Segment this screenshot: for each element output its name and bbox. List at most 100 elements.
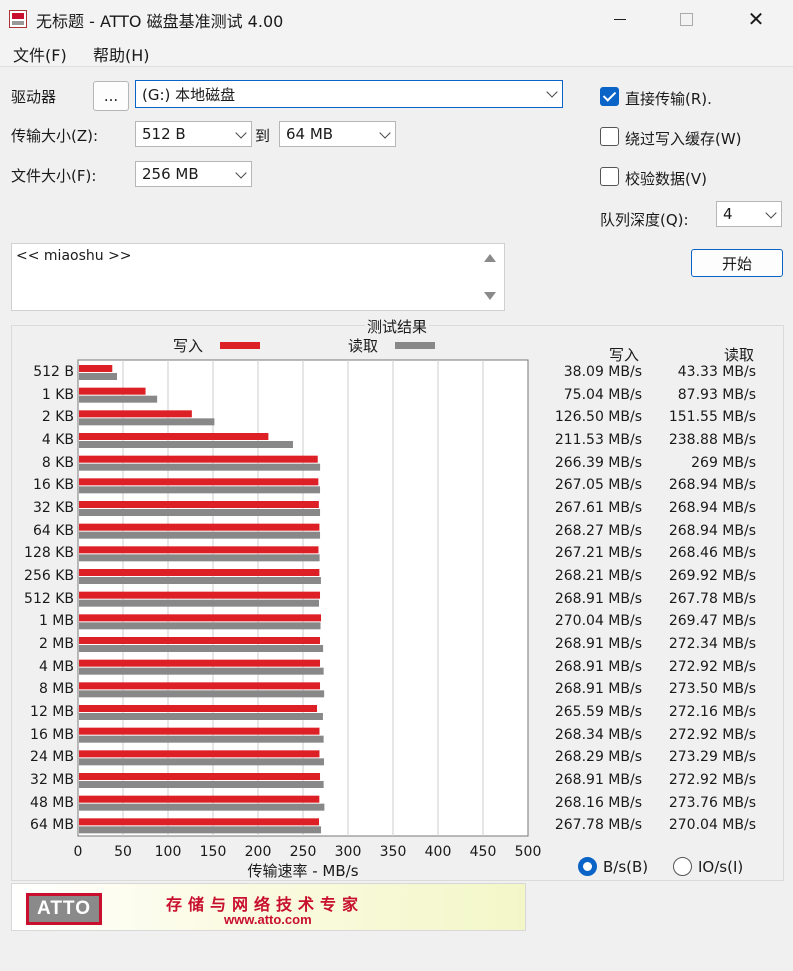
menu-bar: 文件(F) 帮助(H) xyxy=(0,38,793,66)
read-value-label: 272.92 MB/s xyxy=(668,772,756,788)
read-bar xyxy=(79,826,322,834)
category-label: 4 MB xyxy=(38,658,74,675)
write-bar xyxy=(79,546,319,554)
browse-button[interactable]: ... xyxy=(93,81,129,111)
maximize-button[interactable] xyxy=(658,0,714,38)
atto-banner[interactable]: ATTO 存储与网络技术专家 www.atto.com xyxy=(11,883,526,931)
bypass-cache-label: 绕过写入缓存(W) xyxy=(625,130,742,148)
queue-depth-select[interactable]: 4 xyxy=(716,201,782,227)
read-bar xyxy=(79,463,321,471)
read-value-label: 269 MB/s xyxy=(691,454,756,471)
write-bar xyxy=(79,433,269,440)
read-bar xyxy=(79,599,320,607)
verify-checkbox[interactable] xyxy=(600,167,619,186)
x-tick-label: 200 xyxy=(245,844,272,860)
transfer-size-label: 传输大小(Z): xyxy=(11,127,99,145)
queue-depth-label: 队列深度(Q): xyxy=(600,211,689,229)
write-value-label: 268.34 MB/s xyxy=(554,726,642,743)
bypass-cache-checkbox[interactable] xyxy=(600,127,619,146)
category-label: 128 KB xyxy=(24,545,74,562)
queue-depth-value: 4 xyxy=(723,205,733,223)
io-radio[interactable] xyxy=(673,857,692,876)
to-label: 到 xyxy=(255,127,271,145)
write-value-label: 126.50 MB/s xyxy=(554,409,642,426)
write-value-label: 265.59 MB/s xyxy=(554,704,642,720)
x-tick-label: 300 xyxy=(335,844,362,860)
direct-io-checkbox[interactable] xyxy=(600,87,619,106)
read-value-label: 268.94 MB/s xyxy=(668,477,756,494)
read-bar xyxy=(79,713,323,720)
write-bar xyxy=(79,569,320,576)
atto-logo-text: ATTO xyxy=(29,896,99,922)
read-bar xyxy=(79,667,324,675)
write-value-label: 268.21 MB/s xyxy=(554,568,642,584)
category-label: 16 KB xyxy=(32,477,74,494)
verify-label: 校验数据(V) xyxy=(625,170,707,188)
chevron-down-icon xyxy=(235,127,247,139)
chevron-down-icon xyxy=(379,127,391,139)
file-size-label: 文件大小(F): xyxy=(11,167,97,185)
read-bar xyxy=(79,781,324,788)
read-value-label: 273.29 MB/s xyxy=(668,749,756,766)
write-bar xyxy=(79,773,321,780)
category-label: 512 B xyxy=(33,364,74,380)
write-bar xyxy=(79,795,320,803)
write-value-label: 211.53 MB/s xyxy=(554,432,642,448)
write-value-label: 268.91 MB/s xyxy=(554,772,642,788)
write-bar xyxy=(79,365,113,372)
write-value-label: 268.27 MB/s xyxy=(554,522,642,539)
start-button[interactable]: 开始 xyxy=(691,249,783,277)
read-value-label: 273.50 MB/s xyxy=(668,681,756,698)
write-bar xyxy=(79,705,318,712)
chevron-down-icon xyxy=(765,207,777,219)
menu-file[interactable]: 文件(F) xyxy=(13,42,67,66)
scroll-down-icon[interactable] xyxy=(484,292,496,300)
read-bar xyxy=(79,373,117,380)
drive-select[interactable]: (G:) 本地磁盘 xyxy=(135,80,563,108)
io-radio-label: IO/s(I) xyxy=(698,858,744,876)
category-label: 8 KB xyxy=(41,454,74,471)
write-value-label: 268.16 MB/s xyxy=(554,794,642,811)
description-textarea[interactable]: << miaoshu >> xyxy=(11,243,505,311)
write-bar xyxy=(79,614,322,622)
direct-io-label: 直接传输(R). xyxy=(625,90,712,108)
menu-help[interactable]: 帮助(H) xyxy=(93,42,150,66)
category-label: 4 KB xyxy=(41,432,74,448)
close-button[interactable]: ✕ xyxy=(728,0,784,38)
read-bar xyxy=(79,486,321,494)
write-bar xyxy=(79,501,319,508)
read-value-label: 272.34 MB/s xyxy=(668,636,756,652)
minimize-button[interactable] xyxy=(592,0,648,38)
category-label: 32 KB xyxy=(32,500,74,516)
read-value-label: 43.33 MB/s xyxy=(677,364,756,380)
file-size-select[interactable]: 256 MB xyxy=(135,161,252,187)
read-value-label: 268.46 MB/s xyxy=(668,545,756,562)
chevron-down-icon xyxy=(235,167,247,179)
category-label: 16 MB xyxy=(30,726,74,743)
write-value-label: 268.91 MB/s xyxy=(554,590,642,607)
category-label: 2 MB xyxy=(38,636,74,652)
category-label: 32 MB xyxy=(30,772,74,788)
read-bar xyxy=(79,554,320,562)
write-value-label: 268.91 MB/s xyxy=(554,636,642,652)
read-value-label: 269.47 MB/s xyxy=(668,613,756,630)
read-value-label: 270.04 MB/s xyxy=(668,817,756,834)
read-value-label: 267.78 MB/s xyxy=(668,590,756,607)
category-label: 256 KB xyxy=(24,568,74,584)
read-bar xyxy=(79,645,324,652)
read-value-label: 273.76 MB/s xyxy=(668,794,756,811)
write-bar xyxy=(79,410,192,418)
write-bar xyxy=(79,659,321,667)
read-value-label: 151.55 MB/s xyxy=(668,409,756,426)
x-tick-label: 350 xyxy=(380,844,407,860)
banner-url: www.atto.com xyxy=(224,912,312,927)
scroll-up-icon[interactable] xyxy=(484,254,496,262)
transfer-to-select[interactable]: 64 MB xyxy=(279,121,396,147)
read-bar xyxy=(79,803,325,811)
write-bar xyxy=(79,523,320,531)
read-bar xyxy=(79,690,325,698)
read-value-label: 272.16 MB/s xyxy=(668,704,756,720)
read-bar xyxy=(79,441,293,448)
transfer-from-select[interactable]: 512 B xyxy=(135,121,252,147)
bytes-radio[interactable] xyxy=(578,857,597,876)
